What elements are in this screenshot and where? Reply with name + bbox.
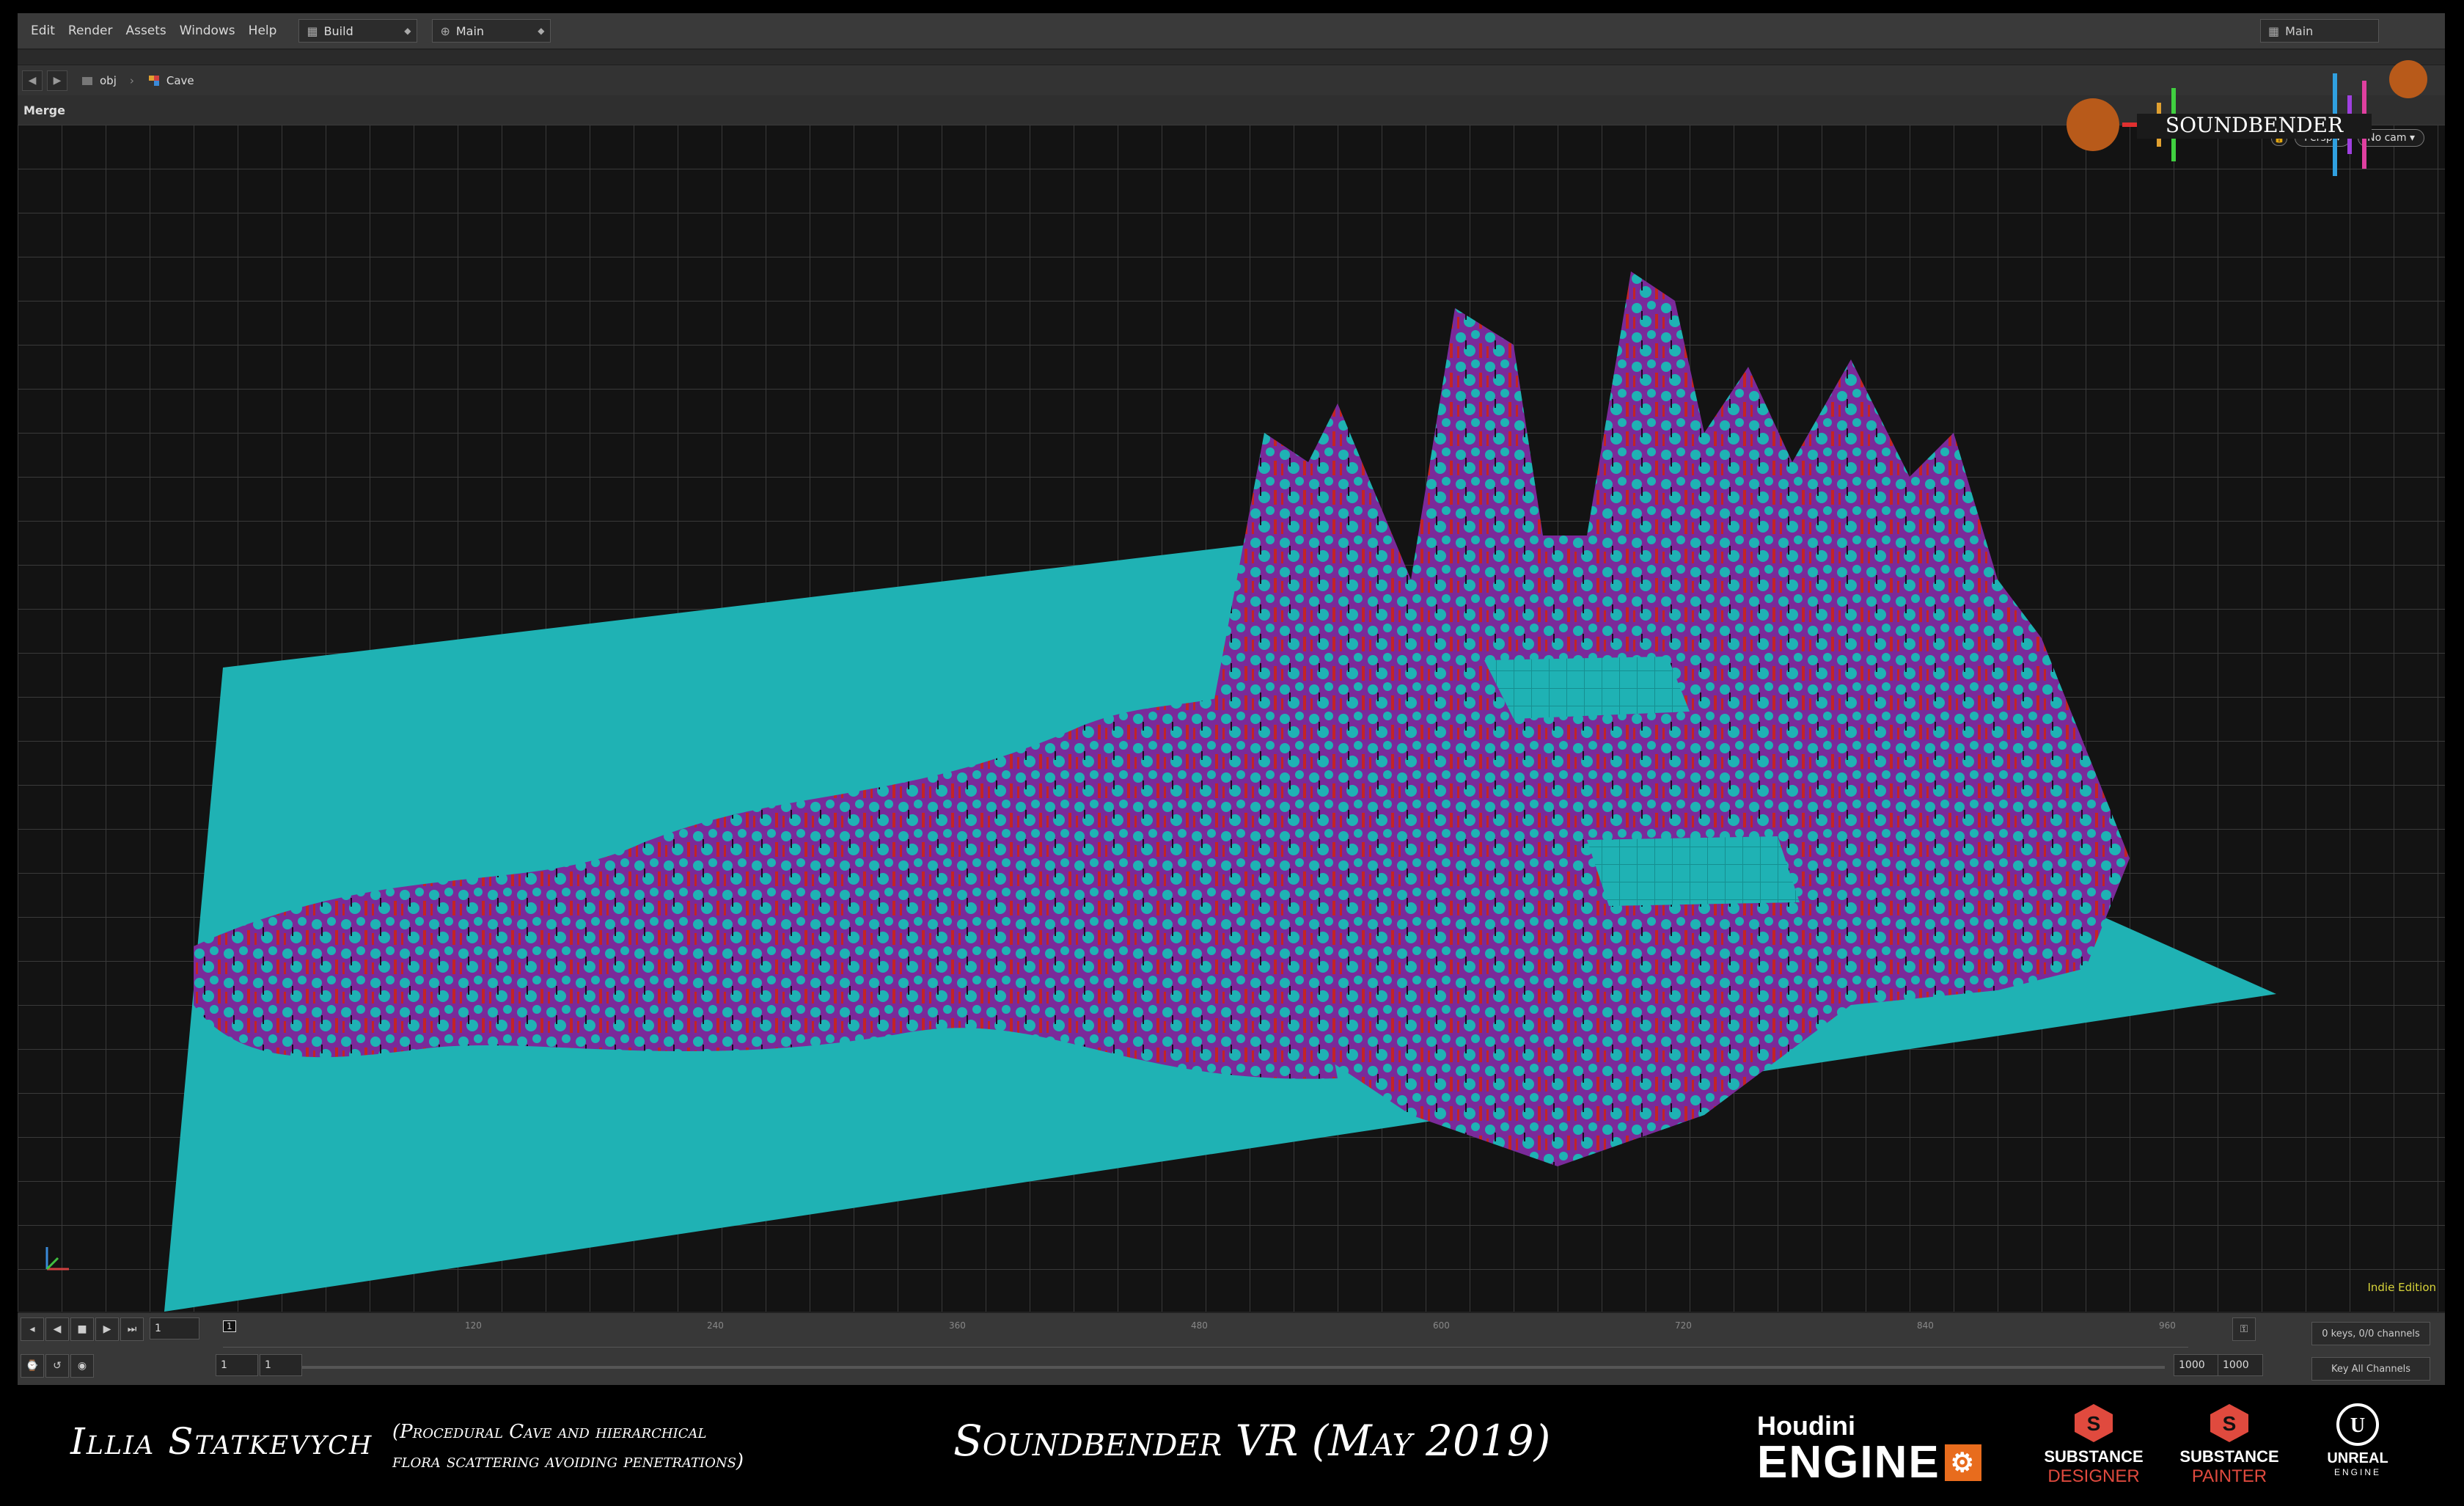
key-all-channels-button[interactable]: Key All Channels <box>2311 1357 2430 1381</box>
stop-icon[interactable]: ■ <box>70 1317 94 1341</box>
menu-render[interactable]: Render <box>68 23 113 38</box>
range-slider[interactable] <box>302 1366 2165 1369</box>
indie-edition-label: Indie Edition <box>2367 1281 2436 1294</box>
tick-label: 960 <box>2159 1320 2176 1331</box>
target-icon: ⊕ <box>440 23 450 38</box>
desktop-select-label: Build <box>323 23 353 38</box>
tick-label: 480 <box>1191 1320 1208 1331</box>
project-description: (Procedural Cave and hierarchical flora … <box>392 1417 744 1476</box>
viewport-title: Merge <box>23 103 65 117</box>
range-start-field[interactable]: 1 <box>216 1354 258 1376</box>
author-name: Illia Statkevych <box>70 1420 373 1463</box>
menu-assets[interactable]: Assets <box>125 23 166 38</box>
path-segment-cave-label: Cave <box>166 74 194 87</box>
jump-end-icon[interactable]: ⏭ <box>120 1317 144 1341</box>
loop-icon[interactable]: ↺ <box>45 1354 69 1378</box>
current-frame-field[interactable]: 1 <box>150 1317 199 1339</box>
svg-text:U: U <box>2350 1414 2365 1437</box>
engine-logo-text: ENGINE ⚙ <box>1757 1437 1981 1488</box>
grid-icon: ▦ <box>307 23 318 38</box>
project-title: Soundbender VR (May 2019) <box>953 1416 1551 1466</box>
substance-designer-line-2: DESIGNER <box>2047 1466 2140 1486</box>
menu-help[interactable]: Help <box>249 23 277 38</box>
play-icon[interactable]: ▶ <box>95 1317 119 1341</box>
substance-painter-line-1: SUBSTANCE <box>2179 1447 2279 1466</box>
menu-bar: Edit Render Assets Windows Help ▦ Build … <box>18 13 2445 50</box>
soundbender-logo-text: SOUNDBENDER <box>2166 113 2344 137</box>
menu-edit[interactable]: Edit <box>31 23 55 38</box>
chevron-down-icon: ◆ <box>538 26 545 36</box>
shelf-select[interactable]: ⊕ Main ◆ <box>432 19 551 43</box>
keys-info: 0 keys, 0/0 channels <box>2311 1322 2430 1345</box>
path-separator: › <box>129 74 134 87</box>
svg-text:S: S <box>2223 1412 2237 1435</box>
substance-painter-logo: S SUBSTANCE PAINTER <box>2167 1403 2292 1487</box>
unreal-engine-logo: U UNREAL ENGINE <box>2295 1403 2420 1477</box>
substance-designer-line-1: SUBSTANCE <box>2044 1447 2144 1466</box>
range-end-field[interactable]: 1000 <box>2174 1354 2219 1376</box>
key-icon[interactable]: ⚿ <box>2232 1317 2256 1341</box>
houdini-logo-text: Houdini <box>1757 1411 1855 1441</box>
gear-icon: ⚙ <box>1944 1444 1981 1481</box>
tick-label: 840 <box>1917 1320 1934 1331</box>
range-start-field-2[interactable]: 1 <box>260 1354 302 1376</box>
description-line-2: flora scattering avoiding penetrations) <box>392 1450 744 1472</box>
tick-label: 360 <box>949 1320 966 1331</box>
timeline-range-row: ⌚ ↺ ◉ 1 1 1000 1000 Key All Channels <box>18 1354 2445 1383</box>
tick-label: 600 <box>1433 1320 1450 1331</box>
path-segment-obj[interactable]: obj <box>81 74 117 87</box>
flat-area-1 <box>1484 657 1690 719</box>
target-icon[interactable]: ◉ <box>70 1354 94 1378</box>
unreal-line-1: UNREAL <box>2327 1450 2388 1466</box>
step-back-icon[interactable]: ◂ <box>21 1317 44 1341</box>
realtime-icon[interactable]: ⌚ <box>21 1354 44 1378</box>
path-segment-cave[interactable]: Cave <box>147 74 194 87</box>
substance-icon: S <box>2075 1404 2113 1442</box>
flat-area-2 <box>1587 836 1800 906</box>
frame-marker[interactable]: 1 <box>223 1320 236 1332</box>
play-back-icon[interactable]: ◀ <box>45 1317 69 1341</box>
viewport-scene <box>18 125 2445 1312</box>
range-end-field-2[interactable]: 1000 <box>2218 1354 2263 1376</box>
desktop-select[interactable]: ▦ Build ◆ <box>298 19 418 43</box>
houdini-engine-logo: Houdini ENGINE ⚙ <box>1757 1411 1981 1485</box>
folder-icon <box>82 77 92 85</box>
credits-bar: Illia Statkevych (Procedural Cave and hi… <box>0 1385 2464 1506</box>
timeline-playback-row: ◂ ◀ ■ ▶ ⏭ 1 1 120 240 360 480 600 720 84… <box>18 1317 2445 1348</box>
timeline-ruler[interactable]: 1 120 240 360 480 600 720 840 960 <box>223 1320 2188 1348</box>
engine-word: ENGINE <box>1757 1437 1940 1488</box>
description-line-1: (Procedural Cave and hierarchical <box>392 1421 707 1443</box>
svg-text:S: S <box>2087 1412 2101 1435</box>
timeline-bar: ◂ ◀ ■ ▶ ⏭ 1 1 120 240 360 480 600 720 84… <box>18 1312 2445 1385</box>
substance-icon: S <box>2210 1404 2248 1442</box>
soundbender-logo: SOUNDBENDER <box>2067 60 2427 176</box>
forward-button[interactable]: ▶ <box>47 70 67 91</box>
right-desk-select[interactable]: ▦ Main <box>2260 19 2379 43</box>
tick-label: 120 <box>465 1320 482 1331</box>
back-button[interactable]: ◀ <box>22 70 43 91</box>
unreal-icon: U <box>2336 1403 2379 1446</box>
grid-icon: ▦ <box>2268 23 2280 38</box>
menu-windows[interactable]: Windows <box>180 23 235 38</box>
substance-painter-line-2: PAINTER <box>2191 1466 2267 1486</box>
scene-viewport[interactable] <box>18 125 2445 1312</box>
houdini-window: Edit Render Assets Windows Help ▦ Build … <box>18 13 2445 1385</box>
path-segment-obj-label: obj <box>100 74 117 87</box>
tick-label: 720 <box>1675 1320 1692 1331</box>
shelf-select-label: Main <box>455 23 485 38</box>
tick-label: 240 <box>707 1320 724 1331</box>
unreal-line-2: ENGINE <box>2333 1467 2381 1477</box>
substance-designer-logo: S SUBSTANCE DESIGNER <box>2031 1403 2156 1487</box>
geometry-icon <box>148 76 159 86</box>
right-desk-label: Main <box>2285 23 2314 38</box>
chevron-down-icon: ◆ <box>404 26 411 36</box>
